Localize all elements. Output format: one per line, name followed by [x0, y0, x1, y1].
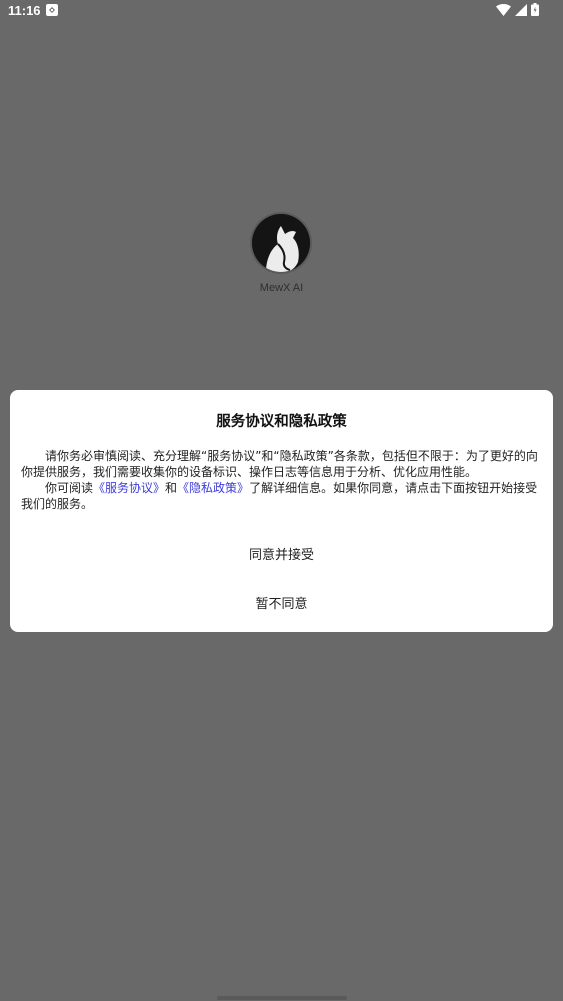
terms-of-service-link[interactable]: 《服务协议》	[93, 481, 165, 495]
dialog-paragraph-1: 请你务必审慎阅读、充分理解“服务协议”和“隐私政策”各条款，包括但不限于：为了更…	[21, 449, 538, 479]
cat-logo-icon	[252, 214, 310, 272]
dialog-title: 服务协议和隐私政策	[216, 414, 347, 430]
paragraph-2-and: 和	[165, 481, 178, 495]
status-bar: 11:16	[0, 0, 563, 24]
app-notification-icon	[46, 4, 58, 16]
decline-button[interactable]: 暂不同意	[10, 593, 553, 612]
dialog-paragraph-2: 你可阅读《服务协议》和《隐私政策》了解详细信息。如果你同意，请点击下面按钮开始接…	[21, 480, 543, 512]
wifi-icon	[496, 3, 511, 16]
navigation-handle[interactable]	[217, 996, 347, 1000]
battery-icon	[531, 3, 539, 16]
privacy-policy-link[interactable]: 《隐私政策》	[177, 481, 249, 495]
paragraph-2-prefix: 你可阅读	[45, 481, 94, 495]
accept-button[interactable]: 同意并接受	[10, 544, 553, 563]
splash-app-name: MewX AI	[259, 282, 304, 294]
status-time: 11:16	[8, 3, 41, 18]
privacy-dialog: 服务协议和隐私政策 请你务必审慎阅读、充分理解“服务协议”和“隐私政策”各条款，…	[10, 390, 553, 632]
cellular-signal-icon	[515, 3, 527, 16]
dialog-body: 请你务必审慎阅读、充分理解“服务协议”和“隐私政策”各条款，包括但不限于：为了更…	[21, 448, 543, 512]
